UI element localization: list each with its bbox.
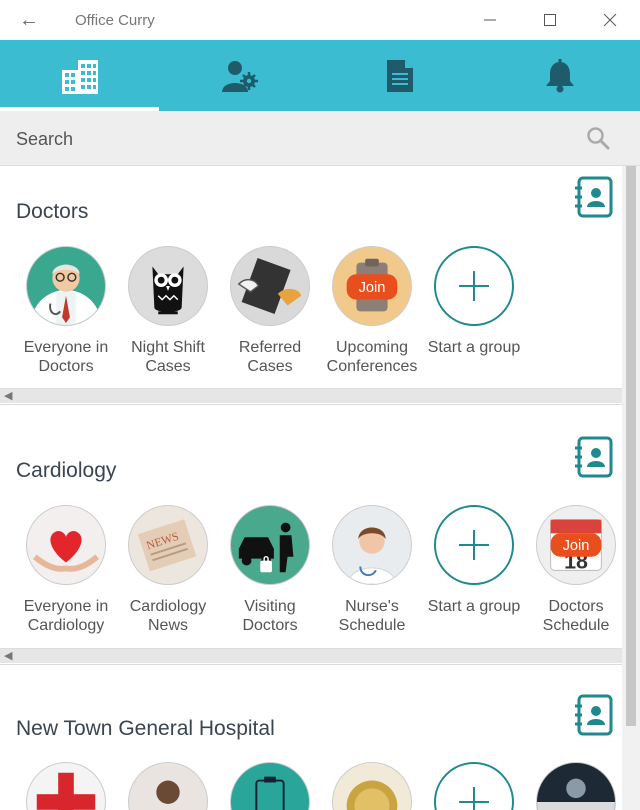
group-item[interactable]: Night Shift Cases — [118, 246, 218, 376]
contacts-icon[interactable] — [574, 176, 614, 218]
scrollbar-thumb[interactable] — [626, 166, 636, 726]
calendar-join-icon: 18 Join — [536, 505, 616, 585]
handoff-icon — [230, 246, 310, 326]
clipboard-icon — [230, 762, 310, 810]
minimize-button[interactable] — [460, 0, 520, 40]
group-label: Upcoming Conferences — [326, 339, 418, 375]
newspaper-icon: NEWS — [128, 505, 208, 585]
group-item[interactable]: Everyone in Cardiology — [16, 505, 116, 635]
group-label: Referred Cases — [238, 339, 302, 375]
groups-list: Doctors Everyone in Doctors Night Shift … — [0, 166, 622, 810]
maximize-button[interactable] — [520, 0, 580, 40]
doctor-avatar-icon — [26, 246, 106, 326]
search-bar — [0, 111, 640, 166]
search-icon[interactable] — [586, 126, 610, 150]
user-settings-icon — [222, 60, 258, 92]
group-label: Night Shift Cases — [131, 339, 205, 375]
owl-icon — [128, 246, 208, 326]
back-arrow-icon: ← — [19, 8, 39, 31]
tab-notifications[interactable] — [480, 40, 640, 111]
plus-icon — [434, 505, 514, 585]
start-group-button[interactable]: Start a group — [424, 246, 524, 357]
start-group-button[interactable] — [424, 762, 524, 810]
group-item[interactable]: Nurse's Schedule — [322, 505, 422, 635]
group-label: Everyone in Cardiology — [23, 598, 109, 634]
contacts-icon[interactable] — [574, 694, 614, 736]
maximize-icon — [544, 14, 556, 26]
group-item[interactable]: 18 Join Doctors Schedule — [526, 505, 622, 635]
photo-icon — [536, 762, 616, 810]
nurse-avatar-icon — [332, 505, 412, 585]
join-badge-text: Join — [359, 280, 386, 296]
group-label: Doctors Schedule — [542, 598, 610, 634]
tab-groups[interactable] — [0, 40, 160, 111]
vertical-scrollbar[interactable] — [622, 166, 640, 810]
group-item[interactable]: Everyone in Doctors — [16, 246, 116, 376]
search-input[interactable] — [16, 123, 556, 155]
group-item[interactable] — [322, 762, 422, 810]
join-badge-icon: Join — [332, 246, 412, 326]
title-bar: ← Office Curry — [0, 0, 640, 40]
group-item[interactable]: Join Upcoming Conferences — [322, 246, 422, 376]
horizontal-scrollbar[interactable]: ◀ — [0, 648, 622, 663]
group-item[interactable] — [16, 762, 116, 810]
document-icon — [387, 59, 413, 92]
contacts-icon[interactable] — [574, 436, 614, 478]
group-item[interactable] — [220, 762, 320, 810]
person-avatar-icon — [128, 762, 208, 810]
join-badge-text: Join — [563, 538, 590, 554]
scroll-left-icon[interactable]: ◀ — [4, 389, 12, 403]
section-title: Doctors — [16, 200, 89, 223]
tab-people[interactable] — [160, 40, 320, 111]
plus-icon — [434, 246, 514, 326]
section-new-town-general-hospital: New Town General Hospital — [0, 684, 622, 810]
minimize-icon — [484, 19, 496, 21]
start-group-button[interactable]: Start a group — [424, 505, 524, 616]
section-divider — [0, 404, 622, 405]
section-divider — [0, 664, 622, 665]
group-label: Cardiology News — [129, 598, 207, 634]
bell-icon — [546, 58, 574, 92]
building-icon — [62, 59, 98, 94]
horizontal-scrollbar[interactable]: ◀ — [0, 388, 622, 403]
app-title: Office Curry — [75, 11, 155, 29]
group-item[interactable]: Visiting Doctors — [220, 505, 320, 635]
heart-hands-icon — [26, 505, 106, 585]
group-item[interactable]: Referred Cases — [220, 246, 320, 376]
close-button[interactable] — [580, 0, 640, 40]
group-label: Everyone in Doctors — [23, 339, 109, 375]
group-item[interactable] — [118, 762, 218, 810]
group-label: Nurse's Schedule — [338, 598, 406, 634]
scroll-left-icon[interactable]: ◀ — [4, 649, 12, 663]
section-title: New Town General Hospital — [16, 717, 275, 740]
medical-cross-icon — [26, 762, 106, 810]
group-label: Start a group — [427, 598, 521, 615]
tab-documents[interactable] — [320, 40, 480, 111]
back-button[interactable]: ← — [0, 0, 58, 40]
group-label: Visiting Doctors — [242, 598, 298, 634]
close-icon — [603, 13, 617, 27]
top-nav — [0, 40, 640, 111]
section-cardiology: Cardiology Everyone in Cardiology NEWS C… — [0, 426, 622, 666]
gold-medal-icon — [332, 762, 412, 810]
group-item[interactable]: NEWS Cardiology News — [118, 505, 218, 635]
car-visitor-icon — [230, 505, 310, 585]
group-label: Start a group — [427, 339, 521, 356]
plus-icon — [434, 762, 514, 810]
section-doctors: Doctors Everyone in Doctors Night Shift … — [0, 166, 622, 406]
group-item[interactable] — [526, 762, 622, 810]
window-controls — [460, 0, 640, 40]
section-title: Cardiology — [16, 459, 117, 482]
